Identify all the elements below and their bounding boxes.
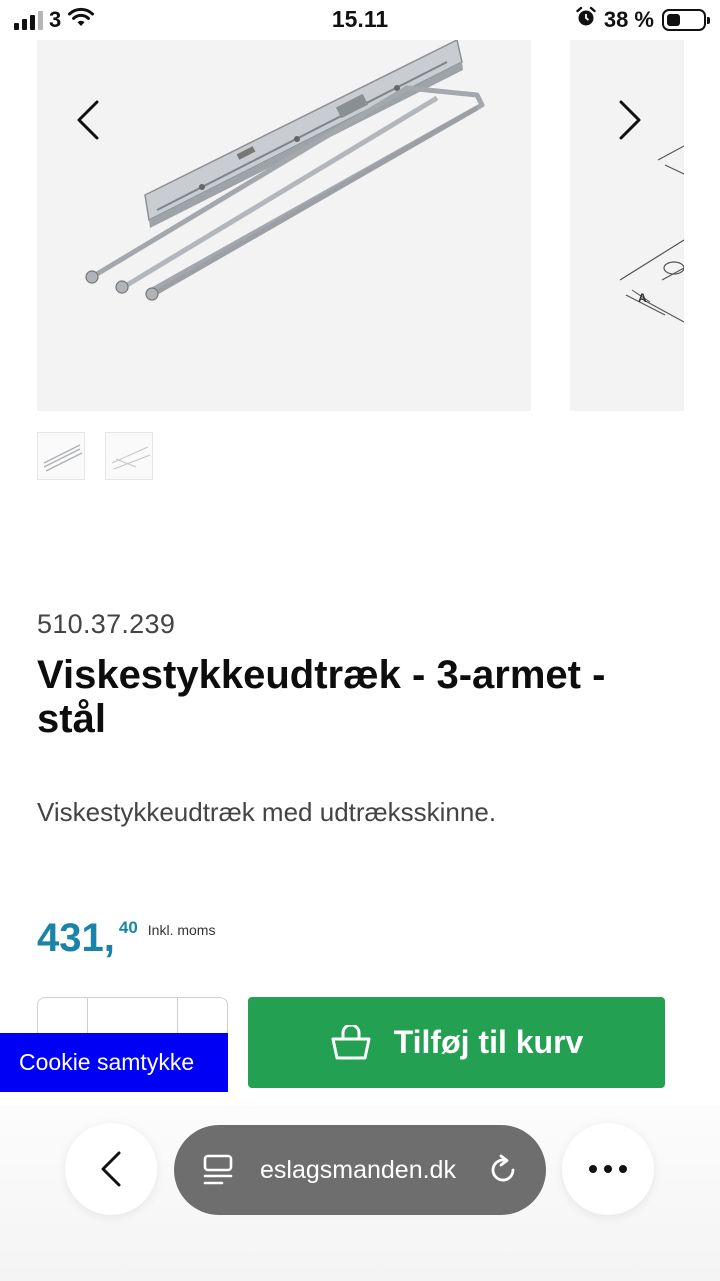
battery-icon bbox=[662, 9, 710, 31]
alarm-icon bbox=[576, 6, 596, 34]
chevron-right-icon bbox=[619, 100, 641, 140]
url-text: eslagsmanden.dk bbox=[260, 1156, 456, 1184]
product-photo[interactable] bbox=[37, 38, 531, 411]
gallery-next-button[interactable] bbox=[610, 98, 650, 142]
chevron-left-icon bbox=[77, 100, 99, 140]
thumbnail-product-photo[interactable] bbox=[37, 432, 85, 480]
dimension-drawing[interactable]: A bbox=[570, 40, 684, 411]
price-integer: 431, bbox=[37, 916, 115, 960]
add-to-cart-label: Tilføj til kurv bbox=[393, 1024, 584, 1060]
cookie-consent-button[interactable]: Cookie samtykke bbox=[0, 1033, 228, 1092]
product-description: Viskestykkeudtræk med udtræksskinne. bbox=[37, 797, 497, 827]
price-vat-note: Inkl. moms bbox=[147, 922, 216, 938]
battery-percent: 38 % bbox=[603, 7, 654, 32]
product-price: 431, 40 Inkl. moms bbox=[37, 916, 215, 960]
reload-icon[interactable] bbox=[486, 1153, 520, 1187]
add-to-cart-button[interactable]: Tilføj til kurv bbox=[248, 997, 665, 1088]
thumbnail-dimension-drawing[interactable] bbox=[105, 432, 153, 480]
status-bar: 3 15.11 38 % bbox=[0, 0, 720, 40]
gallery-prev-button[interactable] bbox=[68, 98, 108, 142]
browser-more-button[interactable] bbox=[562, 1123, 654, 1215]
more-icon bbox=[589, 1165, 627, 1173]
cookie-consent-label: Cookie samtykke bbox=[19, 1049, 195, 1075]
reader-mode-icon[interactable] bbox=[202, 1153, 234, 1187]
address-bar[interactable]: eslagsmanden.dk bbox=[174, 1125, 546, 1215]
basket-icon bbox=[331, 1024, 371, 1059]
drawing-label: A bbox=[638, 291, 647, 305]
chevron-left-icon bbox=[101, 1151, 121, 1187]
browser-toolbar: eslagsmanden.dk bbox=[0, 1105, 720, 1281]
product-gallery[interactable]: A bbox=[0, 38, 720, 412]
gallery-thumbnails bbox=[37, 432, 153, 480]
product-sku: 510.37.239 bbox=[37, 609, 176, 639]
price-decimals: 40 bbox=[118, 918, 138, 937]
browser-back-button[interactable] bbox=[65, 1123, 157, 1215]
status-right: 38 % bbox=[576, 6, 710, 34]
battery-level bbox=[667, 14, 680, 26]
product-title: Viskestykkeudtræk - 3-armet - stål bbox=[37, 653, 606, 741]
